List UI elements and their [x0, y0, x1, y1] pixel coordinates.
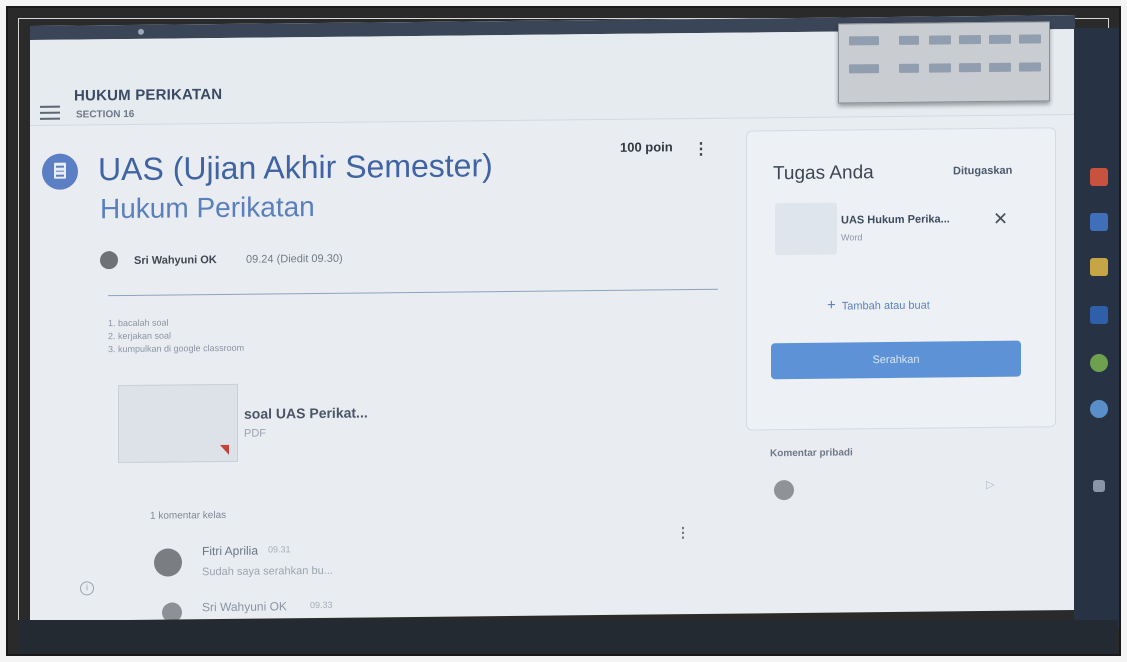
word-icon[interactable] [1090, 306, 1108, 324]
submit-button[interactable]: Serahkan [771, 340, 1021, 380]
avatar [774, 479, 794, 501]
send-icon[interactable]: ▷ [986, 478, 994, 491]
avatar [154, 548, 182, 577]
comment-text: Sudah saya serahkan bu... [202, 564, 333, 579]
comment-time: 09.33 [310, 599, 333, 611]
assignment-subtitle: Hukum Perikatan [100, 191, 315, 225]
points-label: 100 poin [620, 139, 673, 155]
class-comments-count[interactable]: 1 komentar kelas [150, 510, 226, 522]
instructions: 1. bacalah soal 2. kerjakan soal 3. kump… [108, 316, 244, 356]
author-name: Sri Wahyuni OK [134, 254, 217, 267]
file-thumbnail[interactable] [775, 202, 837, 256]
plus-icon: + [827, 296, 836, 314]
notification-icon[interactable] [1093, 480, 1105, 492]
course-section: SECTION 16 [76, 108, 135, 121]
comment-author: Sri Wahyuni OK [202, 599, 287, 615]
close-icon[interactable]: ✕ [993, 209, 1008, 230]
your-work-card: Tugas Anda Ditugaskan UAS Hukum Perika..… [746, 127, 1056, 431]
comment-more-icon[interactable]: ⋮ [676, 524, 690, 541]
add-or-create-label: Tambah atau buat [841, 299, 930, 313]
private-comment-label: Komentar pribadi [770, 447, 853, 460]
avatar [162, 602, 182, 621]
chrome-icon[interactable] [1090, 400, 1108, 418]
chrome-icon[interactable] [1090, 354, 1108, 372]
taskbar [1074, 28, 1119, 628]
assignment-title: UAS (Ujian Akhir Semester) [98, 147, 493, 188]
your-work-title: Tugas Anda [773, 162, 874, 185]
comment-author: Fitri Aprilia [202, 543, 259, 559]
file-name[interactable]: UAS Hukum Perika... [841, 213, 950, 226]
file-type: Word [841, 232, 863, 243]
assignment-icon [42, 153, 78, 190]
comment-time: 09.31 [268, 544, 291, 555]
status-badge: Ditugaskan [953, 164, 1013, 178]
attachment-thumbnail[interactable] [118, 383, 238, 464]
inset-screenshot [838, 21, 1050, 104]
monitor-screen: HUKUM PERIKATAN SECTION 16 UAS (Ujian Ak… [30, 15, 1075, 621]
info-icon[interactable]: i [80, 581, 94, 596]
office-icon[interactable] [1090, 168, 1108, 186]
course-title[interactable]: HUKUM PERIKATAN [74, 86, 222, 105]
post-time: 09.24 (Diedit 09.30) [246, 252, 343, 266]
photo-frame: HUKUM PERIKATAN SECTION 16 UAS (Ujian Ak… [6, 6, 1121, 656]
more-vertical-icon[interactable]: ⋮ [693, 139, 709, 159]
author-avatar [100, 251, 118, 270]
tab-indicator [138, 28, 144, 35]
attachment-type: PDF [244, 427, 266, 440]
folder-icon[interactable] [1090, 258, 1108, 276]
instruction-line: 3. kumpulkan di google classroom [108, 342, 245, 355]
divider [108, 288, 718, 297]
attachment-name[interactable]: soal UAS Perikat... [244, 404, 368, 421]
hamburger-menu-icon[interactable] [40, 105, 60, 120]
monitor-bezel [18, 620, 1118, 654]
pdf-flag-icon [220, 444, 229, 456]
add-or-create-button[interactable]: + Tambah atau buat [827, 296, 930, 314]
app-icon[interactable] [1090, 213, 1108, 231]
